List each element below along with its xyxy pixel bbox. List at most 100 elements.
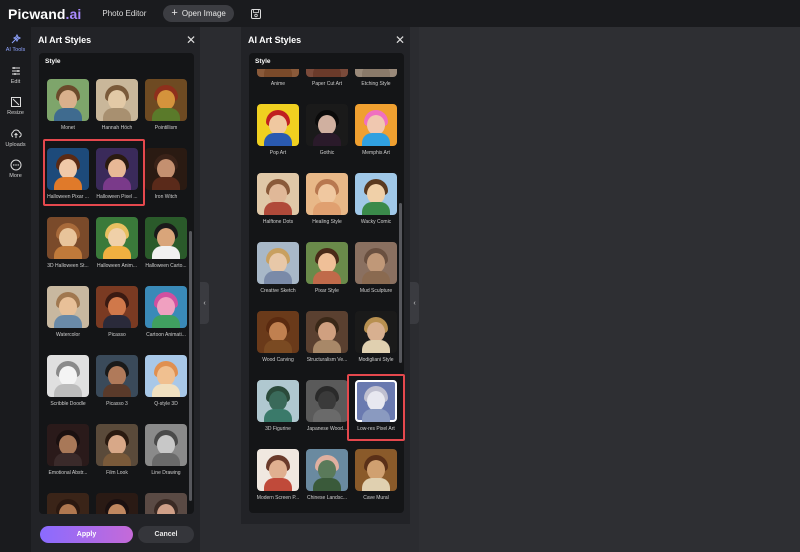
thumbnail-face (318, 184, 336, 204)
style-tile[interactable]: Line Drawing (145, 424, 187, 476)
right-scrollbar[interactable] (399, 203, 402, 363)
style-tile-label: Pop Art (269, 150, 287, 156)
thumbnail-face (157, 228, 175, 248)
thumbnail-body (362, 271, 390, 284)
style-thumbnail (47, 424, 89, 466)
rail-ai-tools[interactable]: AI Tools (0, 33, 31, 53)
style-tile[interactable]: Modern Screen P... (257, 449, 299, 501)
style-thumbnail (355, 69, 397, 77)
close-icon[interactable]: ✕ (395, 34, 405, 46)
thumbnail-body (152, 315, 180, 328)
style-tile[interactable]: Memphis Art (355, 104, 397, 156)
sliders-icon (11, 67, 20, 75)
style-tile[interactable]: Healing Style (306, 173, 348, 225)
apply-button[interactable]: Apply (40, 526, 133, 543)
left-scrollbar[interactable] (189, 231, 192, 501)
style-tile-label: Monet (61, 125, 75, 131)
style-tile-label: Wood Carving (262, 357, 294, 363)
style-tile[interactable]: Creative Sketch (257, 242, 299, 294)
thumbnail-body (362, 202, 390, 215)
style-tile[interactable]: Halloween Carto... (145, 217, 187, 269)
style-tile-label: Emotional Abstr... (48, 470, 88, 476)
style-tile[interactable]: Mud Sculpture (355, 242, 397, 294)
style-thumbnail (257, 104, 299, 146)
thumbnail-face (157, 366, 175, 386)
style-tile[interactable]: Gothic (306, 104, 348, 156)
left-collapse-handle[interactable]: ‹ (200, 282, 209, 324)
style-tile[interactable]: Watercolor (47, 286, 89, 338)
rail-resize[interactable]: Resize (0, 96, 31, 116)
thumbnail-body (103, 453, 131, 466)
style-tile[interactable]: Modigliani Style (355, 311, 397, 363)
style-thumbnail (257, 69, 299, 77)
thumbnail-face (157, 90, 175, 110)
app-logo[interactable]: Picwand.ai (8, 6, 81, 22)
thumbnail-face (318, 391, 336, 411)
style-tile[interactable]: 3D Figurine (257, 380, 299, 432)
style-tile[interactable]: Halloween Anim... (96, 217, 138, 269)
style-tile[interactable]: Wacky Comic (355, 173, 397, 225)
thumbnail-face (157, 435, 175, 455)
thumbnail-body (54, 246, 82, 259)
thumbnail-face (108, 228, 126, 248)
style-tile-label: Japanese Wood... (306, 426, 348, 432)
style-tile[interactable]: Picasso (96, 286, 138, 338)
style-tile[interactable]: Wood Carving (257, 311, 299, 363)
style-tile[interactable]: Paper Cut Art (306, 69, 348, 87)
thumbnail-body (362, 133, 390, 146)
style-thumbnail (355, 449, 397, 491)
cancel-button[interactable]: Cancel (138, 526, 194, 543)
rail-uploads[interactable]: Uploads (0, 128, 31, 148)
style-tile[interactable]: Anime (257, 69, 299, 87)
style-tile[interactable] (145, 493, 187, 514)
style-tile[interactable]: Q-style 3D (145, 355, 187, 407)
thumbnail-face (318, 322, 336, 342)
thumbnail-body (152, 108, 180, 121)
open-image-button[interactable]: + Open Image (163, 5, 234, 22)
style-tile[interactable]: Chinese Landsc... (306, 449, 348, 501)
right-collapse-handle[interactable]: ‹ (410, 282, 419, 324)
rail-edit[interactable]: Edit (0, 65, 31, 85)
style-tile[interactable]: Pixar Style (306, 242, 348, 294)
panel-title: AI Art Styles (248, 35, 302, 45)
style-tile-label: Paper Cut Art (311, 81, 342, 87)
thumbnail-face (367, 115, 385, 135)
style-tile[interactable]: 3D Halloween St... (47, 217, 89, 269)
style-tile[interactable]: Pop Art (257, 104, 299, 156)
style-tile[interactable]: Cartoon Animati... (145, 286, 187, 338)
thumbnail-face (367, 253, 385, 273)
canvas-area[interactable] (419, 27, 800, 552)
style-tile[interactable]: Scribble Doodle (47, 355, 89, 407)
close-icon[interactable]: ✕ (186, 34, 196, 46)
style-tile-label: Halftone Dots (262, 219, 294, 225)
thumbnail-face (59, 228, 77, 248)
style-thumbnail (96, 424, 138, 466)
style-tile-label: Creative Sketch (260, 288, 296, 294)
style-tile[interactable]: Picasso 3 (96, 355, 138, 407)
style-thumbnail (145, 217, 187, 259)
thumbnail-body (313, 133, 341, 146)
style-thumbnail (355, 173, 397, 215)
style-tile[interactable]: Film Look (96, 424, 138, 476)
style-tile[interactable]: Halftone Dots (257, 173, 299, 225)
thumbnail-face (367, 460, 385, 480)
style-tile[interactable]: Etching Style (355, 69, 397, 87)
thumbnail-body (103, 384, 131, 397)
thumbnail-face (318, 253, 336, 273)
style-tile[interactable]: Structuralism Ve... (306, 311, 348, 363)
rail-more[interactable]: More (0, 159, 31, 179)
style-tile[interactable]: Hannah Höch (96, 79, 138, 131)
save-icon[interactable] (250, 8, 262, 20)
style-tile[interactable]: Pointillism (145, 79, 187, 131)
right-style-grid: Style Anime Paper Cut Art Etching Style Pop… (249, 53, 404, 513)
style-tile[interactable] (96, 493, 138, 514)
style-tile-label: Picasso (108, 332, 126, 338)
style-tile-label: Etching Style (361, 81, 391, 87)
style-tile[interactable]: Japanese Wood... (306, 380, 348, 432)
style-tile[interactable]: Emotional Abstr... (47, 424, 89, 476)
style-tile[interactable] (47, 493, 89, 514)
style-thumbnail (355, 104, 397, 146)
style-tile[interactable]: Cave Mural (355, 449, 397, 501)
style-tile[interactable]: Iron Witch (145, 148, 187, 200)
style-tile[interactable]: Monet (47, 79, 89, 131)
